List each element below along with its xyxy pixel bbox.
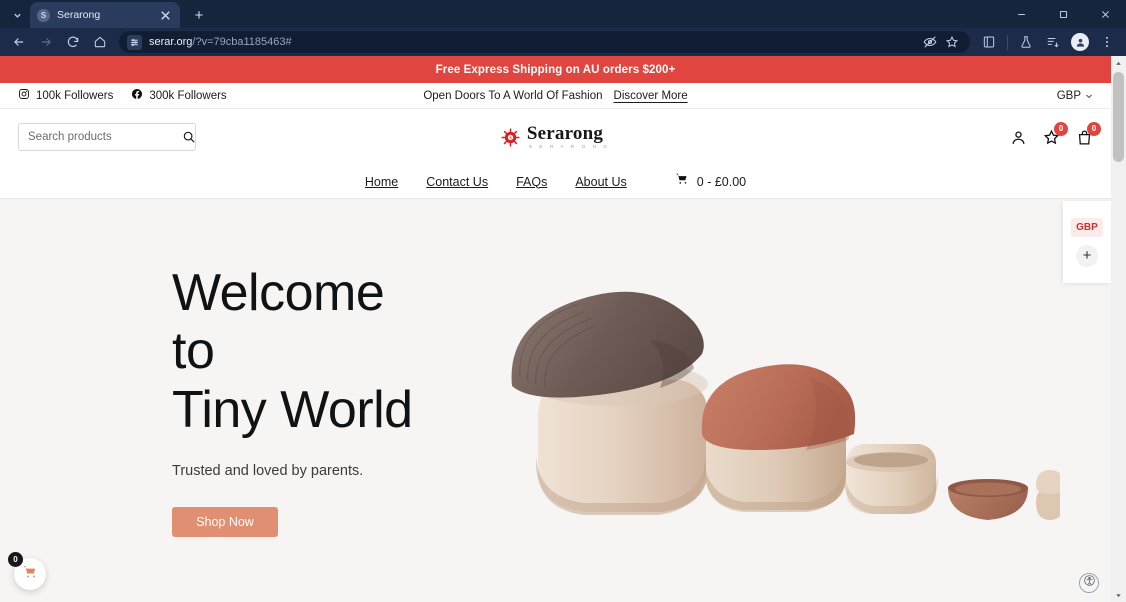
site-settings-icon[interactable]	[127, 34, 142, 50]
floating-cart-badge: 0	[8, 552, 23, 567]
tab-title: Serarong	[57, 9, 101, 21]
hero-heading-line2: Tiny World	[172, 380, 413, 439]
address-bar-url: serar.org/?v=79cba1185463#	[149, 36, 913, 48]
chevron-down-icon	[1085, 87, 1093, 105]
brand-subtitle: S E R A R O N G	[528, 144, 611, 150]
tab-favicon: S	[37, 8, 50, 22]
tab-search-dropdown-button[interactable]	[4, 3, 30, 27]
nav-item-home[interactable]: Home	[365, 175, 398, 189]
browser-tab[interactable]: S Serarong	[30, 2, 180, 28]
cart-badge: 0	[1087, 121, 1101, 136]
hero-heading: Welcome to Tiny World	[172, 264, 420, 439]
reading-list-icon[interactable]	[1040, 30, 1066, 54]
instagram-link[interactable]: 100k Followers	[18, 87, 113, 105]
close-icon[interactable]	[1084, 0, 1126, 28]
scrollbar-thumb[interactable]	[1113, 72, 1124, 162]
browser-toolbar: serar.org/?v=79cba1185463#	[0, 28, 1126, 56]
cart-bag-icon[interactable]: 0	[1076, 121, 1101, 146]
social-links: 100k Followers 300k Followers	[18, 87, 227, 105]
announcement-bar: Free Express Shipping on AU orders $200+	[0, 56, 1111, 83]
hero-subheading: Trusted and loved by parents.	[172, 462, 364, 479]
header-actions: 0 0	[1010, 121, 1101, 146]
utility-topbar: 100k Followers 300k Followers Open Doors…	[0, 83, 1111, 109]
avatar	[1071, 33, 1089, 51]
discover-more-link[interactable]: Discover More	[614, 90, 688, 102]
reload-icon[interactable]	[60, 30, 86, 54]
tab-close-icon[interactable]	[158, 8, 173, 23]
instagram-icon	[18, 87, 30, 105]
announcement-text: Free Express Shipping on AU orders $200+	[435, 63, 676, 76]
currency-selector[interactable]: GBP	[1057, 87, 1093, 105]
wishlist-star-icon[interactable]: 0	[1043, 121, 1068, 146]
hero-section: Welcome to Tiny World Trusted and loved …	[0, 199, 1111, 602]
page-viewport: Free Express Shipping on AU orders $200+…	[0, 56, 1126, 602]
nav-item-about-us[interactable]: About Us	[575, 175, 626, 189]
forward-icon[interactable]	[33, 30, 59, 54]
currency-code: GBP	[1056, 89, 1081, 102]
browser-window: S Serarong + serar.org/?v=79cba1185463# …	[0, 0, 1126, 602]
bookmark-star-icon[interactable]	[942, 30, 962, 54]
tab-strip: S Serarong +	[0, 0, 1126, 28]
minimize-icon[interactable]	[1000, 0, 1042, 28]
accessibility-widget-button[interactable]	[1079, 573, 1099, 593]
url-path: /?v=79cba1185463#	[192, 36, 292, 48]
scrollbar-up-arrow[interactable]	[1111, 56, 1126, 70]
tracking-protection-icon[interactable]	[920, 30, 940, 54]
search-input[interactable]	[28, 131, 182, 143]
page-scrollbar[interactable]	[1111, 56, 1126, 602]
facebook-link[interactable]: 300k Followers	[131, 87, 227, 105]
account-icon[interactable]	[1010, 129, 1027, 146]
facebook-followers: 300k Followers	[149, 89, 227, 102]
floating-cart-button[interactable]: 0	[8, 552, 46, 590]
toolbar-divider	[1007, 34, 1008, 50]
site-header: S Serarong S E R A R O N G 0	[0, 109, 1111, 165]
three-dot-menu-icon[interactable]	[1094, 30, 1120, 54]
profile-avatar-icon[interactable]	[1067, 30, 1093, 54]
brand-name: Serarong	[526, 123, 604, 145]
currency-flyout-code[interactable]: GBP	[1071, 217, 1103, 237]
window-controls	[1000, 0, 1126, 28]
search-icon[interactable]	[182, 130, 196, 144]
labs-flask-icon[interactable]	[1013, 30, 1039, 54]
wishlist-badge: 0	[1054, 121, 1068, 136]
url-domain: serar.org	[149, 36, 193, 48]
nav-cart-total: 0 - £0.00	[696, 174, 747, 189]
nav-cart-summary[interactable]: 0 - £0.00	[675, 172, 746, 191]
back-icon[interactable]	[6, 30, 32, 54]
currency-flyout-panel[interactable]: GBP +	[1063, 201, 1111, 283]
nav-item-contact-us[interactable]: Contact Us	[426, 175, 488, 189]
hero-heading-line1: Welcome to	[172, 264, 385, 381]
shop-now-button[interactable]: Shop Now	[172, 506, 278, 537]
omnibox-actions	[920, 30, 962, 54]
brand-text: Serarong S E R A R O N G	[527, 124, 610, 150]
instagram-followers: 100k Followers	[36, 89, 114, 102]
hero-copy: Welcome to Tiny World Trusted and loved …	[0, 264, 420, 537]
main-navigation: Home Contact Us FAQs About Us 0 - £0.00	[0, 165, 1111, 199]
topbar-tagline: Open Doors To A World Of Fashion	[423, 89, 603, 102]
accessibility-icon	[1083, 574, 1096, 592]
address-bar[interactable]: serar.org/?v=79cba1185463#	[119, 31, 970, 53]
home-icon[interactable]	[87, 30, 113, 54]
new-tab-button[interactable]: +	[186, 3, 212, 27]
scrollbar-down-arrow[interactable]	[1111, 588, 1126, 602]
serarong-logo-icon: S	[501, 127, 520, 147]
nav-item-faqs[interactable]: FAQs	[516, 175, 547, 189]
hero-product-image	[500, 266, 1064, 536]
split-screen-icon[interactable]	[976, 30, 1002, 54]
facebook-icon	[131, 87, 143, 105]
web-page: Free Express Shipping on AU orders $200+…	[0, 56, 1111, 602]
currency-expand-button[interactable]: +	[1076, 244, 1098, 267]
search-box[interactable]	[18, 123, 196, 151]
maximize-icon[interactable]	[1042, 0, 1084, 28]
shopping-cart-icon	[675, 172, 689, 191]
cart-icon	[22, 564, 38, 585]
